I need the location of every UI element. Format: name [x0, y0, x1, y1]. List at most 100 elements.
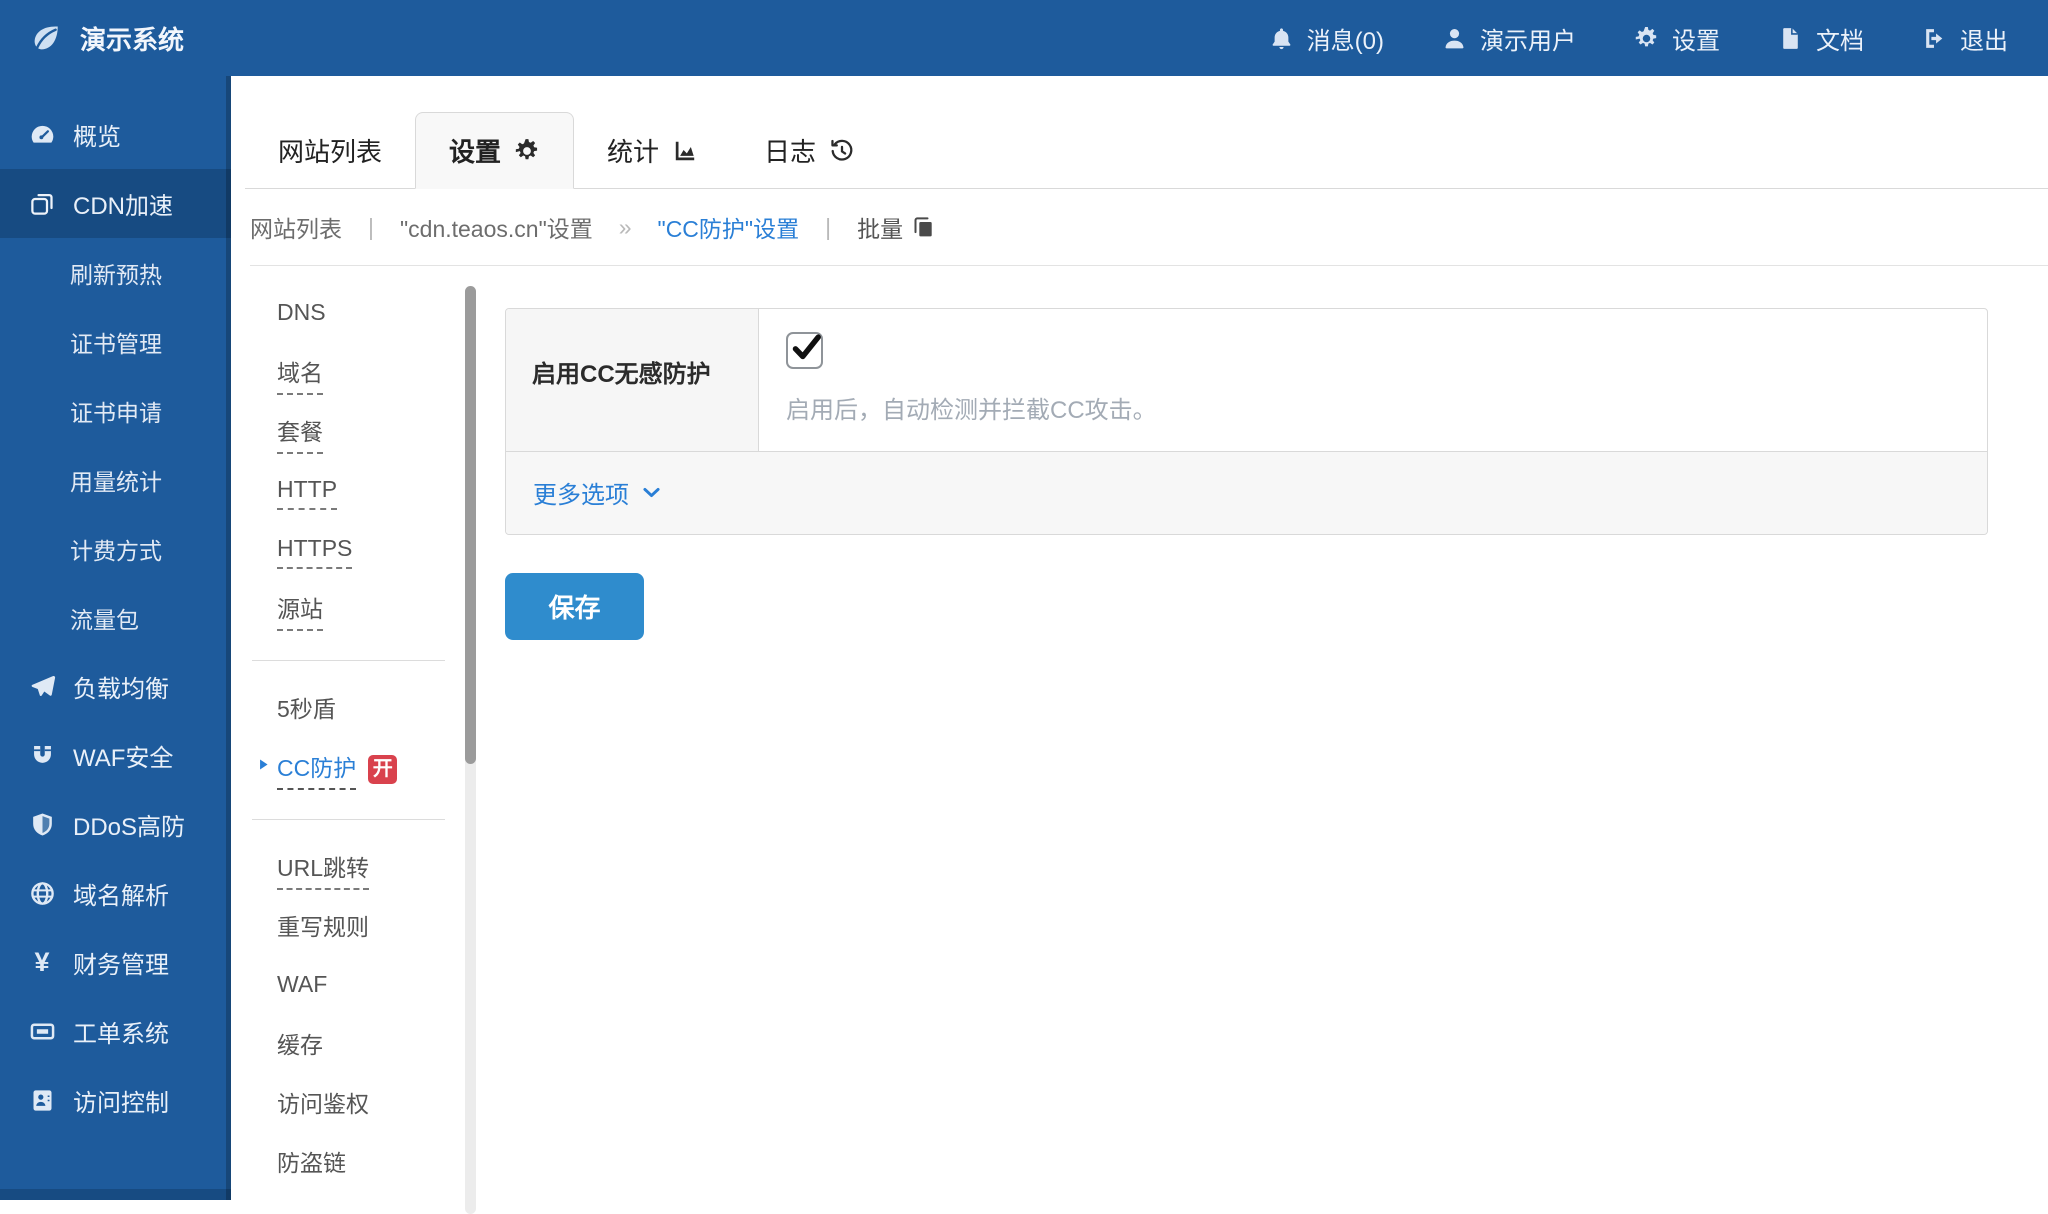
sidebar-item-tickets[interactable]: 工单系统 — [0, 997, 231, 1066]
sidebar-item-ddos[interactable]: DDoS高防 — [0, 790, 231, 859]
sidebar-item-refresh-preheat[interactable]: 刷新预热 — [0, 238, 231, 307]
topnav-logout-label: 退出 — [1960, 21, 2008, 56]
subnav-item-https[interactable]: HTTPS — [277, 522, 476, 581]
topnav-docs-label: 文档 — [1816, 21, 1864, 56]
subnav-item-hotlink-protect[interactable]: 防盗链 — [277, 1135, 476, 1194]
check-icon — [790, 331, 823, 364]
subnav-item-dns[interactable]: DNS — [277, 286, 476, 345]
sidebar-item-label: 证书管理 — [70, 325, 162, 359]
file-icon — [1778, 26, 1803, 51]
sidebar-item-load-balance[interactable]: 负载均衡 — [0, 652, 231, 721]
topnav-docs[interactable]: 文档 — [1778, 21, 1864, 56]
cc-enable-panel: 启用CC无感防护 启用后，自动检测并拦截CC攻击。 更多选项 — [505, 308, 1988, 535]
breadcrumb-cc-settings[interactable]: "CC防护"设置 — [658, 210, 800, 244]
sidebar-item-label: 财务管理 — [73, 945, 169, 980]
subnav-item-5s-shield[interactable]: 5秒盾 — [277, 681, 476, 740]
cc-enable-help-text: 启用后，自动检测并拦截CC攻击。 — [786, 390, 1963, 425]
bell-icon — [1269, 26, 1294, 51]
breadcrumb-site-settings[interactable]: "cdn.teaos.cn"设置 — [400, 210, 593, 244]
subnav-item-waf[interactable]: WAF — [277, 958, 476, 1017]
sidebar-item-access-control[interactable]: 访问控制 — [0, 1066, 231, 1135]
cc-enable-row: 启用CC无感防护 启用后，自动检测并拦截CC攻击。 — [506, 309, 1987, 452]
sidebar-item-label: 负载均衡 — [73, 669, 169, 704]
sidebar-item-label: 概览 — [73, 117, 121, 152]
sidebar-item-label: WAF安全 — [73, 738, 173, 773]
tabbar: 网站列表 设置 统计 日志 — [245, 76, 2048, 189]
sidebar-item-usage-stats[interactable]: 用量统计 — [0, 445, 231, 514]
more-options-label: 更多选项 — [533, 475, 629, 510]
topnav-user[interactable]: 演示用户 — [1442, 21, 1576, 56]
topnav-user-label: 演示用户 — [1480, 21, 1576, 56]
sidebar-item-label: 访问控制 — [73, 1083, 169, 1118]
breadcrumb-batch[interactable]: 批量 — [857, 210, 936, 244]
sidebar: 概览 CDN加速 刷新预热 证书管理 证书申请 用量统计 计费方式 流量包 — [0, 76, 231, 1200]
tab-settings[interactable]: 设置 — [415, 112, 574, 189]
sidebar-item-cert-apply[interactable]: 证书申请 — [0, 376, 231, 445]
sign-out-icon — [1922, 26, 1947, 51]
sidebar-item-label: 计费方式 — [70, 532, 162, 566]
sidebar-item-label: 域名解析 — [73, 876, 169, 911]
brand[interactable]: 演示系统 — [30, 20, 184, 57]
breadcrumb-separator: | — [368, 214, 374, 241]
chart-area-icon — [672, 138, 698, 164]
id-card-icon — [28, 1087, 56, 1114]
topnav-messages[interactable]: 消息(0) — [1269, 21, 1384, 56]
subnav-item-plan[interactable]: 套餐 — [277, 404, 476, 463]
history-icon — [829, 138, 855, 164]
paper-plane-icon — [28, 673, 56, 700]
caret-right-icon — [256, 757, 271, 772]
subnav-item-cache[interactable]: 缓存 — [277, 1017, 476, 1076]
sidebar-item-billing[interactable]: 计费方式 — [0, 514, 231, 583]
tab-label: 网站列表 — [278, 132, 382, 169]
breadcrumb-separator: » — [619, 214, 632, 241]
topbar: 演示系统 消息(0) 演示用户 设置 文档 — [0, 0, 2048, 76]
subnav-item-http[interactable]: HTTP — [277, 463, 476, 522]
subnav-divider — [252, 660, 445, 661]
subnav-scrollbar-track[interactable] — [465, 286, 476, 1214]
gear-icon — [1634, 26, 1659, 51]
save-button[interactable]: 保存 — [505, 573, 644, 640]
copy-icon — [912, 215, 936, 239]
topnav-settings-label: 设置 — [1672, 21, 1720, 56]
sidebar-item-cdn[interactable]: CDN加速 — [0, 169, 231, 238]
subnav-item-rewrite-rules[interactable]: 重写规则 — [277, 899, 476, 958]
settings-subnav: DNS 域名 套餐 HTTP HTTPS 源站 5秒盾 — [231, 266, 476, 1194]
subnav-item-origin[interactable]: 源站 — [277, 581, 476, 640]
batch-label: 批量 — [857, 210, 903, 244]
topnav-logout[interactable]: 退出 — [1922, 21, 2008, 56]
sidebar-item-label: DDoS高防 — [73, 807, 185, 842]
sidebar-item-waf[interactable]: WAF安全 — [0, 721, 231, 790]
sidebar-item-overview[interactable]: 概览 — [0, 100, 231, 169]
tab-site-list[interactable]: 网站列表 — [245, 112, 415, 189]
sidebar-item-label: 流量包 — [70, 601, 139, 635]
tab-logs[interactable]: 日志 — [731, 112, 888, 189]
subnav-item-url-redirect[interactable]: URL跳转 — [277, 840, 476, 899]
subnav-scrollbar-thumb[interactable] — [465, 286, 476, 764]
cc-on-badge: 开 — [368, 755, 397, 784]
sidebar-item-finance[interactable]: ¥ 财务管理 — [0, 928, 231, 997]
cc-enable-label: 启用CC无感防护 — [506, 309, 759, 451]
tab-label: 日志 — [764, 132, 816, 169]
tab-statistics[interactable]: 统计 — [574, 112, 731, 189]
breadcrumb-site-list[interactable]: 网站列表 — [250, 210, 342, 244]
sidebar-item-traffic-pack[interactable]: 流量包 — [0, 583, 231, 652]
topnav-settings[interactable]: 设置 — [1634, 21, 1720, 56]
ticket-icon — [28, 1018, 56, 1045]
sidebar-item-dns-resolve[interactable]: 域名解析 — [0, 859, 231, 928]
topnav: 消息(0) 演示用户 设置 文档 退出 — [1269, 21, 2008, 56]
cc-enable-checkbox[interactable] — [786, 332, 823, 369]
breadcrumb-separator: | — [825, 214, 831, 241]
subnav-item-cc-protect[interactable]: CC防护 开 — [277, 740, 476, 799]
subnav-divider — [252, 819, 445, 820]
settings-body: DNS 域名 套餐 HTTP HTTPS 源站 5秒盾 — [231, 266, 2048, 1194]
more-options-link[interactable]: 更多选项 — [506, 452, 1987, 534]
sidebar-item-label: 证书申请 — [70, 394, 162, 428]
sidebar-item-label: 工单系统 — [73, 1014, 169, 1049]
subnav-item-access-auth[interactable]: 访问鉴权 — [277, 1076, 476, 1135]
cc-enable-value-cell: 启用后，自动检测并拦截CC攻击。 — [759, 309, 1987, 451]
main-content: 网站列表 设置 统计 日志 网站列表 | "cdn.teaos.cn"设置 » … — [231, 76, 2048, 1200]
yen-icon: ¥ — [28, 947, 56, 978]
tab-label: 设置 — [449, 132, 501, 169]
subnav-item-domain[interactable]: 域名 — [277, 345, 476, 404]
sidebar-item-cert-manage[interactable]: 证书管理 — [0, 307, 231, 376]
